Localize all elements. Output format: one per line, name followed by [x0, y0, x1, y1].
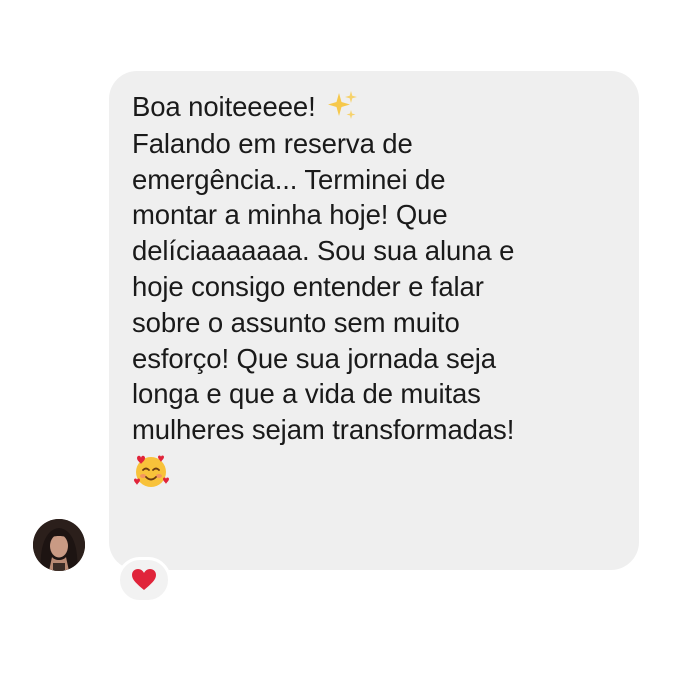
smiling-face-with-hearts-icon: [132, 452, 170, 490]
message-bubble[interactable]: Boa noiteeeee! Falando em reserva de eme…: [109, 71, 639, 570]
message-line-4: montar a minha hoje! Que: [132, 199, 448, 231]
avatar-photo: [33, 519, 85, 571]
message-line-6: hoje consigo entender e falar: [132, 270, 484, 302]
message-line-3: emergência... Terminei de: [132, 163, 446, 195]
message-line-2: Falando em reserva de: [132, 127, 413, 159]
red-heart-icon: [132, 569, 156, 590]
sparkles-icon: [326, 89, 360, 123]
sender-avatar[interactable]: [33, 519, 85, 571]
message-line-7: sobre o assunto sem muito: [132, 306, 460, 338]
heart-reaction[interactable]: [117, 557, 171, 603]
message-line-8: esforço! Que sua jornada seja: [132, 342, 496, 374]
message-line-5: delíciaaaaaaa. Sou sua aluna e: [132, 235, 515, 267]
message-line-10: mulheres sejam transformadas!: [132, 414, 515, 446]
message-line-1: Boa noiteeeee!: [132, 89, 619, 126]
message-line-9: longa e que a vida de muitas: [132, 378, 481, 410]
